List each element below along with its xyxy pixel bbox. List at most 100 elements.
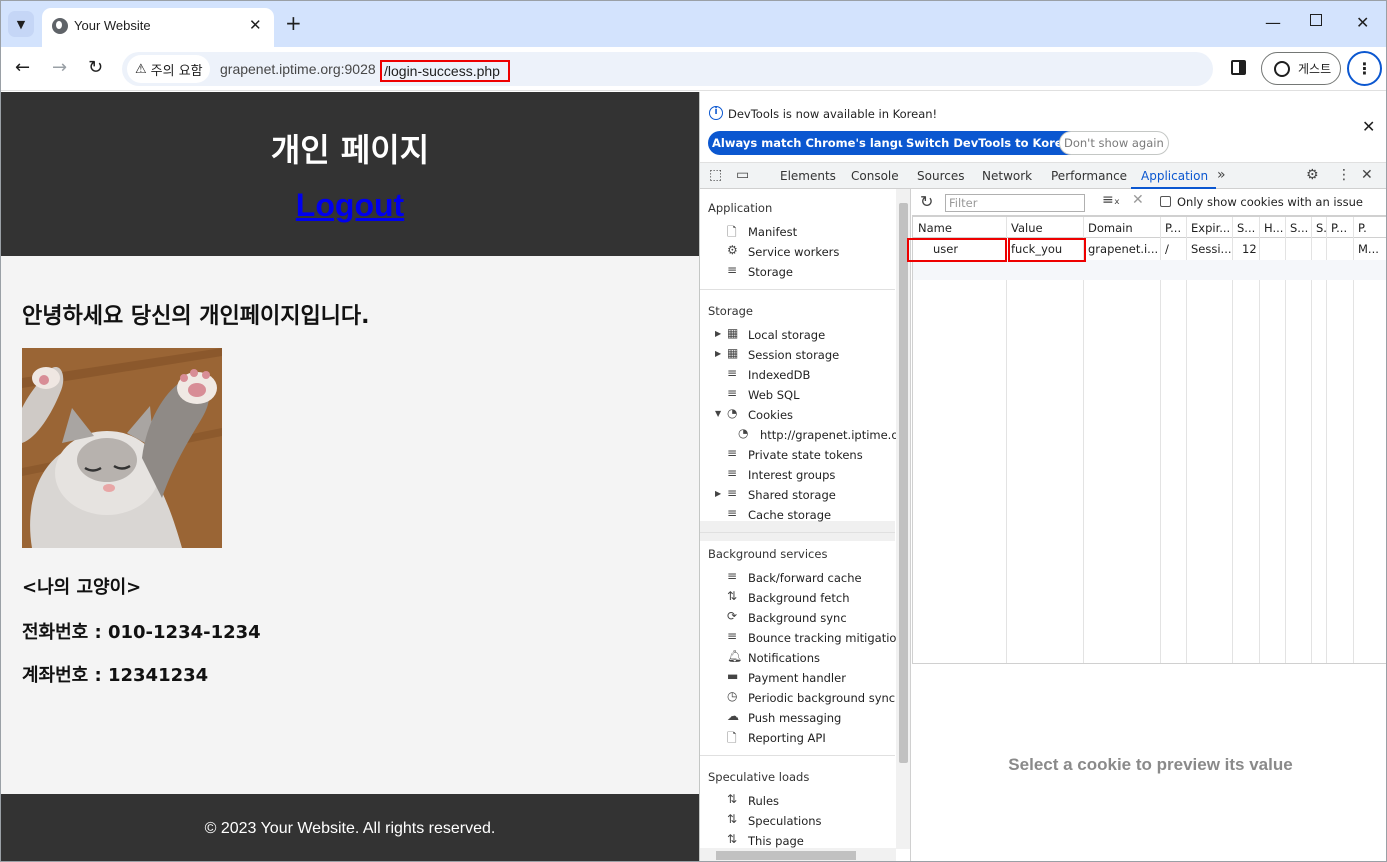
col-path[interactable]: P...: [1165, 221, 1187, 235]
expand-arrow-icon[interactable]: ▶: [715, 329, 721, 338]
cookie-size-cell[interactable]: 12: [1242, 242, 1257, 256]
dont-show-again-button[interactable]: Don't show again: [1059, 131, 1169, 155]
col-httponly[interactable]: H...: [1264, 221, 1284, 235]
col-domain[interactable]: Domain: [1088, 221, 1133, 235]
clock-icon: ◷: [727, 689, 738, 703]
tab-performance[interactable]: Performance: [1051, 169, 1127, 183]
sidebar-item-private-state-tokens[interactable]: Private state tokens: [748, 448, 863, 462]
sidebar-item-notifications[interactable]: Notifications: [748, 651, 820, 665]
profile-button[interactable]: 게스트: [1261, 52, 1341, 85]
sidebar-item-this-page[interactable]: This page: [748, 834, 804, 848]
back-icon[interactable]: ←: [15, 57, 30, 78]
minimize-icon[interactable]: —: [1265, 13, 1281, 32]
tab-sources[interactable]: Sources: [917, 169, 964, 183]
collapse-arrow-icon[interactable]: ▼: [715, 409, 721, 418]
switch-korean-button[interactable]: Switch DevTools to Korean: [902, 131, 1083, 155]
sidebar-item-cache-storage[interactable]: Cache storage: [748, 508, 831, 522]
close-devtools-icon[interactable]: ✕: [1361, 167, 1373, 183]
match-language-button[interactable]: Always match Chrome's language: [708, 131, 934, 155]
cookie-path-cell[interactable]: /: [1165, 242, 1169, 256]
sidebar-item-interest-groups[interactable]: Interest groups: [748, 468, 835, 482]
tab-search-button[interactable]: ▼: [8, 11, 34, 37]
sidebar-item-cookies[interactable]: Cookies: [748, 408, 793, 422]
col-priority[interactable]: P.: [1358, 221, 1378, 235]
phone-number: 전화번호 : 010-1234-1234: [22, 622, 261, 643]
cookie-priority-cell[interactable]: M...: [1358, 242, 1386, 256]
sidebar-item-speculations[interactable]: Speculations: [748, 814, 822, 828]
sidebar-item-service-workers[interactable]: Service workers: [748, 245, 839, 259]
database-icon: ≡: [727, 386, 738, 400]
sidebar-scrollbar-thumb[interactable]: [899, 203, 908, 763]
clear-filtered-icon[interactable]: ≡ₓ: [1102, 192, 1120, 208]
infobar-close-icon[interactable]: ✕: [1362, 117, 1375, 136]
database-icon: ≡: [727, 486, 738, 500]
tab-close-icon[interactable]: ✕: [249, 16, 262, 34]
logout-link[interactable]: Logout: [1, 187, 699, 224]
cookie-domain-cell[interactable]: grapenet.i...: [1088, 242, 1158, 256]
side-panel-icon[interactable]: [1231, 60, 1246, 75]
menu-button[interactable]: ⋮: [1347, 51, 1382, 86]
sidebar-item-bfcache[interactable]: Back/forward cache: [748, 571, 862, 585]
more-options-icon[interactable]: ⋮: [1337, 167, 1351, 183]
sidebar-item-periodic-sync[interactable]: Periodic background sync: [748, 691, 895, 705]
maximize-icon[interactable]: [1310, 14, 1322, 26]
sidebar-item-reporting-api[interactable]: Reporting API: [748, 731, 826, 745]
tab-elements[interactable]: Elements: [780, 169, 836, 183]
sidebar-item-manifest[interactable]: Manifest: [748, 225, 797, 239]
col-partition[interactable]: P...: [1331, 221, 1351, 235]
cloud-icon: ☁: [727, 709, 739, 723]
close-window-icon[interactable]: ✕: [1356, 13, 1369, 32]
url-path: /login-success.php: [380, 60, 510, 82]
fetch-arrows-icon: ⇅: [727, 832, 738, 846]
reload-icon[interactable]: ↻: [88, 57, 103, 78]
col-value[interactable]: Value: [1011, 221, 1043, 235]
sidebar-item-session-storage[interactable]: Session storage: [748, 348, 839, 362]
sidebar-item-background-sync[interactable]: Background sync: [748, 611, 847, 625]
settings-gear-icon[interactable]: ⚙: [1306, 167, 1319, 183]
forward-icon[interactable]: →: [52, 57, 67, 78]
sidebar-item-local-storage[interactable]: Local storage: [748, 328, 825, 342]
tab-application[interactable]: Application: [1141, 169, 1208, 183]
tab-network[interactable]: Network: [982, 169, 1032, 183]
expand-arrow-icon[interactable]: ▶: [715, 489, 721, 498]
sidebar-item-websql[interactable]: Web SQL: [748, 388, 800, 402]
browser-window: ▼ Your Website ✕ + — ✕ ← → ↻ ⚠ 주의 요함 gra…: [0, 0, 1387, 862]
address-bar[interactable]: ⚠ 주의 요함 grapenet.iptime.org:9028 /login-…: [122, 52, 1213, 86]
tab-active[interactable]: Your Website ✕: [42, 8, 274, 47]
col-secure[interactable]: S...: [1290, 221, 1310, 235]
delete-selected-icon[interactable]: ✕: [1132, 192, 1144, 208]
column-divider: [1353, 217, 1354, 663]
tab-console[interactable]: Console: [851, 169, 899, 183]
expand-arrow-icon[interactable]: ▶: [715, 349, 721, 358]
col-size[interactable]: S...: [1237, 221, 1257, 235]
new-tab-button[interactable]: +: [285, 11, 302, 35]
sidebar-item-cookie-origin[interactable]: http://grapenet.iptime.org: [760, 428, 910, 442]
cookie-expires-cell[interactable]: Sessi...: [1191, 242, 1231, 256]
inspect-element-icon[interactable]: ⬚: [709, 167, 722, 183]
security-chip[interactable]: ⚠ 주의 요함: [127, 55, 210, 83]
sidebar-item-bounce-tracking[interactable]: Bounce tracking mitigations: [748, 631, 910, 645]
document-icon: 🗋: [727, 225, 737, 239]
only-issue-checkbox[interactable]: [1160, 196, 1171, 207]
sidebar-hscrollbar-thumb[interactable]: [716, 851, 856, 860]
more-tabs-icon[interactable]: »: [1217, 167, 1226, 183]
fetch-arrows-icon: ⇅: [727, 589, 738, 603]
sidebar-item-background-fetch[interactable]: Background fetch: [748, 591, 850, 605]
device-toolbar-icon[interactable]: ▭: [736, 167, 749, 183]
sidebar-item-rules[interactable]: Rules: [748, 794, 779, 808]
cookie-icon: ◔: [727, 406, 738, 420]
cookie-filter-input[interactable]: Filter: [945, 194, 1085, 212]
sidebar-item-shared-storage[interactable]: Shared storage: [748, 488, 836, 502]
refresh-icon[interactable]: ↻: [920, 192, 933, 211]
col-expires[interactable]: Expir...: [1191, 221, 1233, 235]
security-chip-label: 주의 요함: [150, 63, 203, 79]
cookie-table-header: Name Value Domain P... Expir... S... H..…: [913, 217, 1386, 238]
col-name[interactable]: Name: [918, 221, 952, 235]
column-divider: [1186, 217, 1187, 663]
sidebar-item-indexeddb[interactable]: IndexedDB: [748, 368, 810, 382]
column-divider: [1259, 217, 1260, 663]
sidebar-item-storage-overview[interactable]: Storage: [748, 265, 793, 279]
sidebar-item-payment-handler[interactable]: Payment handler: [748, 671, 846, 685]
fetch-arrows-icon: ⇅: [727, 792, 738, 806]
sidebar-item-push-messaging[interactable]: Push messaging: [748, 711, 841, 725]
